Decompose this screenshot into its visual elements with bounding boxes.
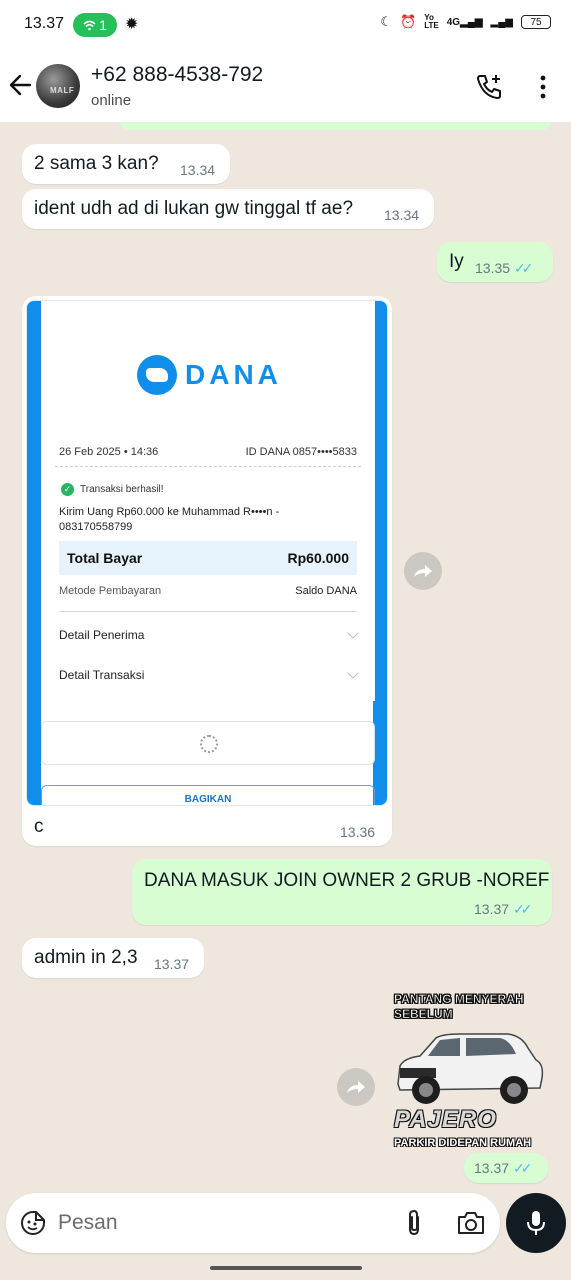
loading-spinner-icon [200,735,218,753]
avatar[interactable]: MALF [36,64,80,108]
forward-button[interactable] [337,1068,375,1106]
alarm-icon: ⏰ [400,14,417,29]
message-time: 13.37 ✓✓ [474,1160,533,1176]
message-time: 13.34 [384,207,420,223]
hotspot-badge: 1 [73,13,117,37]
method-label: Metode Pembayaran [59,585,162,597]
message-input[interactable] [58,1207,378,1239]
message-incoming[interactable]: ident udh ad di lukan gw tinggal tf ae? … [22,189,434,229]
add-call-icon[interactable] [474,72,504,102]
total-row: Total Bayar Rp60.000 [59,541,357,575]
message-outgoing[interactable]: DANA MASUK JOIN OWNER 2 GRUB -NOREF 13.3… [132,859,552,925]
loading-box [41,721,375,765]
receipt-border-right [373,301,387,805]
signal-icon: 4G▂▄▆ [446,16,483,28]
success-status: ✓ Transaksi berhasil! [61,483,164,496]
message-time: 13.36 [340,824,376,840]
sticker-emoji-icon[interactable] [20,1210,46,1236]
forward-icon [347,1081,365,1093]
read-ticks-icon: ✓✓ [513,260,534,276]
message-caption: c [34,816,44,837]
signal-icon-2: ▂▄▆ [490,16,513,28]
more-options-icon[interactable] [538,74,548,100]
previous-message-bubble [120,122,550,130]
receipt-card: DANA 26 Feb 2025 • 14:36 ID DANA 0857•••… [41,301,375,701]
status-icons: ☾ ⏰ Yo LTE 4G▂▄▆ ▂▄▆ 75 [380,14,551,30]
total-label: Total Bayar [67,550,143,566]
method-value: Saldo DANA [295,585,357,597]
message-outgoing[interactable]: Iy 13.35 ✓✓ [437,242,553,282]
gear-icon: ✹ [125,16,139,33]
message-time: 13.35 ✓✓ [475,260,534,276]
hotspot-count: 1 [99,17,107,33]
sticker-bottom-text: PARKIR DIDEPAN RUMAH [394,1137,532,1149]
status-time: 13.37 [24,15,65,32]
divider [55,466,361,467]
receipt-border-left [27,301,41,805]
message-time: 13.37 ✓✓ [474,901,533,917]
read-ticks-icon: ✓✓ [512,901,533,917]
read-ticks-icon: ✓✓ [512,1160,533,1176]
receipt-id: ID DANA 0857••••5833 [245,446,357,458]
status-bar: 13.37 1 ✹ ☾ ⏰ Yo LTE 4G▂▄▆ ▂▄▆ 75 [0,0,571,50]
message-text: DANA MASUK JOIN OWNER 2 GRUB -NOREF [144,870,550,891]
message-text: ident udh ad di lukan gw tinggal tf ae? [34,198,354,219]
sticker-brand: PAJERO [394,1106,497,1133]
chevron-down-icon [347,627,359,639]
message-input-bar [6,1193,500,1253]
back-arrow-icon[interactable] [8,70,34,100]
dana-logo-icon [137,355,177,395]
message-incoming[interactable]: admin in 2,3 13.37 [22,938,204,978]
message-text: admin in 2,3 [34,947,138,968]
message-incoming[interactable]: 2 sama 3 kan? 13.34 [22,144,230,184]
car-image [397,1033,544,1104]
chevron-down-icon [347,667,359,679]
check-icon: ✓ [61,483,74,496]
detail-recipient-row: Detail Penerima [59,628,145,642]
message-time: 13.37 [154,956,190,972]
sticker-time-bubble: 13.37 ✓✓ [464,1153,548,1183]
chat-header: MALF +62 888-4538-792 online [0,50,571,122]
contact-name[interactable]: +62 888-4538-792 [91,63,263,87]
paperclip-icon[interactable] [404,1209,424,1237]
receipt-date: 26 Feb 2025 • 14:36 [59,446,159,458]
share-button-image: BAGIKAN [41,785,375,805]
receipt-description: Kirim Uang Rp60.000 ke Muhammad R••••n -… [59,506,280,533]
forward-button[interactable] [404,552,442,590]
home-indicator[interactable] [210,1266,362,1270]
chat-area[interactable]: 2 sama 3 kan? 13.34 ident udh ad di luka… [0,122,571,1192]
moon-icon: ☾ [380,14,393,29]
divider [59,611,357,612]
message-text: 2 sama 3 kan? [34,153,159,174]
detail-transaction-row: Detail Transaksi [59,668,145,682]
wifi-icon [83,20,96,30]
contact-status: online [91,92,132,109]
mic-button[interactable] [506,1193,566,1253]
volte-indicator: Yo LTE [424,13,439,30]
sticker-top-text: PANTANG MENYERAH SEBELUM [394,992,524,1022]
battery-icon: 75 [521,15,551,29]
microphone-icon [527,1211,545,1235]
total-value: Rp60.000 [287,550,349,566]
camera-icon[interactable] [456,1209,486,1237]
message-text: Iy [449,251,464,272]
forward-icon [414,565,432,577]
dana-logo: DANA [137,355,282,395]
message-time: 13.34 [180,162,216,178]
sticker-message[interactable]: PANTANG MENYERAH SEBELUM PAJERO PARKIR D… [388,992,548,1158]
dana-wordmark: DANA [185,359,282,390]
dana-receipt-image[interactable]: DANA 26 Feb 2025 • 14:36 ID DANA 0857•••… [26,300,388,806]
